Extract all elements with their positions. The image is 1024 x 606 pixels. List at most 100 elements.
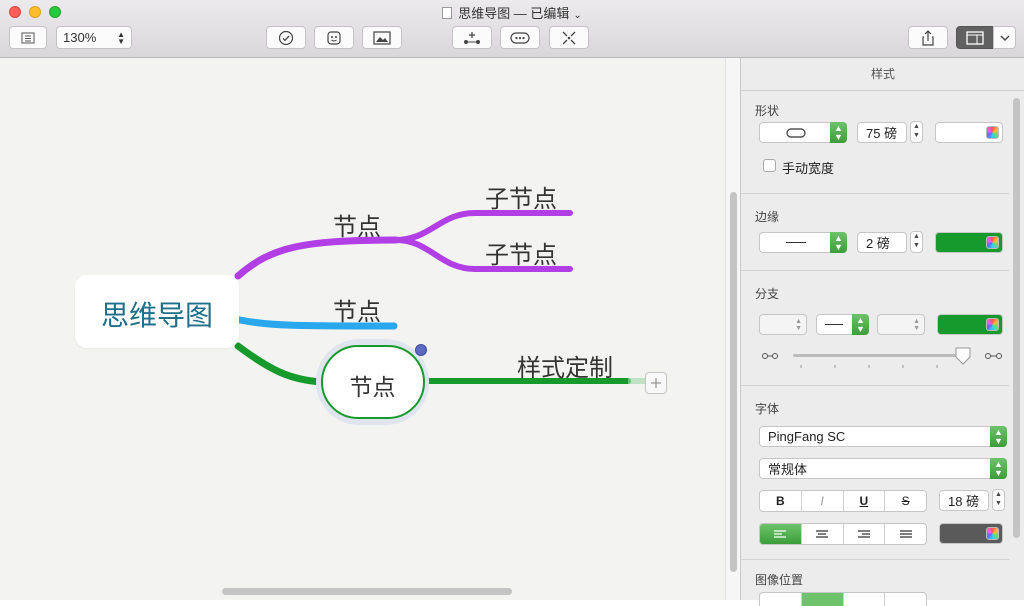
border-width-stepper[interactable]: ▲ ▼	[910, 231, 923, 253]
connection-handle[interactable]	[415, 344, 427, 356]
font-heading: 字体	[755, 402, 780, 416]
font-size-field[interactable]: 18 磅	[939, 490, 989, 511]
shape-size-field[interactable]: 75 磅	[857, 122, 907, 143]
slider-knob[interactable]	[955, 347, 971, 365]
branch-spacing-slider[interactable]	[741, 345, 1009, 369]
border-heading: 边缘	[755, 210, 780, 224]
window-title[interactable]: 思维导图 — 已编辑 ⌄	[0, 3, 1024, 22]
align-right-icon	[857, 529, 870, 538]
solid-line-icon	[825, 324, 843, 325]
manual-width-checkbox[interactable]	[763, 159, 776, 172]
align-justify-button[interactable]	[885, 524, 926, 544]
inspector-panel: 样式 形状 ▲ ▼ 75 磅 ▲ ▼ 手动宽度 边缘 ▲ ▼ 2 磅 ▲ ▼ 分支 ▲ ▼…	[740, 58, 1024, 606]
vertical-scroll-thumb[interactable]	[730, 192, 737, 572]
chevron-down-icon	[1000, 35, 1009, 41]
updown-arrows-icon: ▲ ▼	[990, 426, 1007, 447]
child-node-label[interactable]: 子节点	[485, 179, 557, 214]
shape-heading: 形状	[755, 104, 780, 118]
text-style-segmented[interactable]: B I U S	[759, 490, 927, 512]
updown-arrows-icon: ▲ ▼	[830, 232, 847, 253]
add-child-node-button[interactable]	[452, 26, 492, 49]
branch-width-select[interactable]: ▲ ▼	[877, 314, 925, 335]
font-size-stepper[interactable]: ▲ ▼	[992, 489, 1005, 511]
inspector-scrollbar[interactable]	[1009, 58, 1024, 600]
child-node-label[interactable]: 子节点	[485, 235, 557, 270]
image-icon	[373, 30, 391, 45]
align-left-button[interactable]	[760, 524, 802, 544]
font-color-well[interactable]	[939, 523, 1003, 544]
sticker-button[interactable]	[314, 26, 354, 49]
focus-button[interactable]	[549, 26, 589, 49]
sibling-node-icon	[510, 31, 530, 44]
horizontal-scroll-thumb[interactable]	[222, 588, 512, 595]
updown-arrows-icon: ▲ ▼	[913, 317, 920, 332]
share-button[interactable]	[908, 26, 948, 49]
image-position-segmented[interactable]	[759, 592, 927, 606]
mindmap-canvas[interactable]: 思维导图 节点 子节点 子节点 节点 节点 样式定制	[0, 58, 740, 600]
updown-arrows-icon: ▲ ▼	[795, 317, 802, 332]
color-wheel-icon	[986, 318, 999, 331]
document-icon	[442, 7, 453, 19]
updown-arrows-icon: ▲ ▼	[852, 314, 869, 335]
add-node-button[interactable]	[645, 372, 667, 394]
branch-style-select[interactable]: ▲ ▼	[759, 314, 807, 335]
updown-arrows-icon: ▲ ▼	[830, 122, 847, 143]
alignment-segmented[interactable]	[759, 523, 927, 545]
view-menu-button[interactable]	[993, 26, 1016, 49]
canvas-vertical-scrollbar[interactable]	[725, 58, 740, 600]
italic-button[interactable]: I	[802, 491, 844, 511]
insert-image-button[interactable]	[362, 26, 402, 49]
updown-arrows-icon: ▲ ▼	[117, 29, 125, 46]
fill-color-well[interactable]	[935, 122, 1003, 143]
branch-line-select[interactable]: ▲ ▼	[816, 314, 869, 335]
collapse-arrows-icon	[562, 31, 576, 44]
shape-size-stepper[interactable]: ▲ ▼	[910, 121, 923, 143]
wide-spacing-icon	[985, 353, 1002, 359]
solid-line-icon	[786, 242, 806, 243]
manual-width-label[interactable]: 手动宽度	[782, 158, 834, 177]
root-node-text: 思维导图	[100, 300, 213, 331]
sidebar-icon	[21, 32, 35, 43]
branch-node-label[interactable]: 节点	[333, 207, 381, 242]
plus-icon	[651, 378, 661, 388]
branch-color-well[interactable]	[937, 314, 1003, 335]
align-left-icon	[774, 529, 787, 538]
add-sibling-node-button[interactable]	[500, 26, 540, 49]
updown-arrows-icon: ▲ ▼	[990, 458, 1007, 479]
font-style-select[interactable]: 常规体 ▲ ▼	[759, 458, 1007, 479]
align-justify-icon	[899, 529, 912, 538]
selected-node-shape[interactable]: 节点	[321, 345, 425, 419]
font-family-select[interactable]: PingFang SC ▲ ▼	[759, 426, 1007, 447]
narrow-spacing-icon	[762, 353, 778, 359]
divider	[741, 193, 1009, 194]
branch-line-purple	[234, 236, 400, 280]
inspector-panel-icon	[966, 30, 984, 45]
sidebar-toggle-button[interactable]	[9, 26, 47, 49]
root-node[interactable]: 思维导图	[75, 275, 239, 348]
shape-select[interactable]: ▲ ▼	[759, 122, 847, 143]
color-wheel-icon	[986, 527, 999, 540]
checkmark-circle-icon	[278, 30, 294, 45]
divider	[741, 270, 1009, 271]
inspector-toggle-button[interactable]	[956, 26, 994, 49]
add-node-icon	[464, 31, 480, 44]
divider	[741, 559, 1009, 560]
align-right-button[interactable]	[844, 524, 886, 544]
window-titlebar: 思维导图 — 已编辑 ⌄ 130% ▲ ▼	[0, 0, 1024, 58]
chevron-down-icon: ⌄	[573, 10, 582, 21]
underline-button[interactable]: U	[844, 491, 886, 511]
bold-button[interactable]: B	[760, 491, 802, 511]
divider	[741, 385, 1009, 386]
child-node-label[interactable]: 样式定制	[517, 348, 613, 383]
border-width-field[interactable]: 2 磅	[857, 232, 907, 253]
align-center-button[interactable]	[802, 524, 844, 544]
zoom-select[interactable]: 130% ▲ ▼	[56, 26, 132, 49]
inspector-scroll-thumb[interactable]	[1013, 98, 1020, 538]
image-position-heading: 图像位置	[755, 573, 804, 587]
capsule-shape-icon	[786, 127, 806, 138]
border-style-select[interactable]: ▲ ▼	[759, 232, 847, 253]
branch-node-label[interactable]: 节点	[333, 292, 381, 327]
strikethrough-button[interactable]: S	[885, 491, 926, 511]
border-color-well[interactable]	[935, 232, 1003, 253]
task-button[interactable]	[266, 26, 306, 49]
